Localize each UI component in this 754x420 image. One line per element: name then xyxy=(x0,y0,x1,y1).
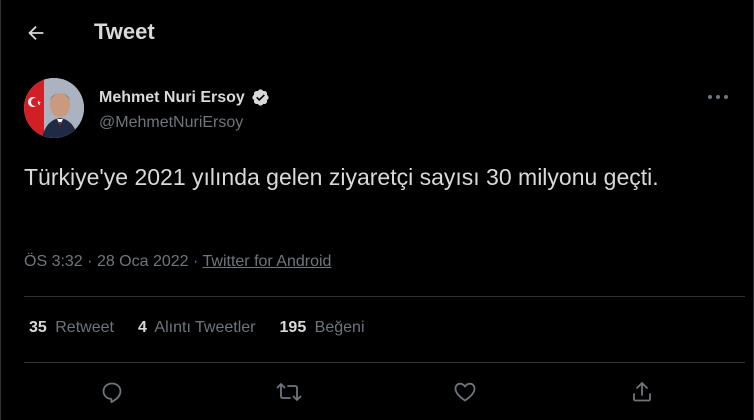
retweet-label: Retweet xyxy=(55,319,114,336)
more-dots-icon xyxy=(708,95,728,99)
share-icon xyxy=(633,382,651,402)
tweet-detail-page: Tweet Mehmet Nuri Ersoy @MehmetNuriErsoy xyxy=(0,0,754,420)
tweet-meta: ÖS 3:32 · 28 Oca 2022 · Twitter for Andr… xyxy=(24,253,331,271)
author-name-row[interactable]: Mehmet Nuri Ersoy xyxy=(99,88,270,107)
retweet-stat[interactable]: 35 Retweet xyxy=(29,319,114,337)
tweet-date[interactable]: 28 Oca 2022 xyxy=(97,253,189,270)
quote-label: Alıntı Tweetler xyxy=(154,319,256,336)
avatar[interactable] xyxy=(24,78,84,138)
quote-count: 4 xyxy=(137,319,147,336)
arrow-left-icon xyxy=(28,25,44,41)
page-header: Tweet xyxy=(1,0,754,64)
like-icon xyxy=(454,382,476,402)
retweet-icon xyxy=(276,383,302,401)
profile-photo xyxy=(24,78,84,138)
reply-button[interactable] xyxy=(94,374,130,410)
tweet-text: Türkiye'ye 2021 yılında gelen ziyaretçi … xyxy=(24,164,659,190)
reply-icon xyxy=(102,382,122,403)
author-name[interactable]: Mehmet Nuri Ersoy xyxy=(99,89,245,107)
author-handle[interactable]: @MehmetNuriErsoy xyxy=(99,114,243,132)
retweet-count: 35 xyxy=(29,319,47,336)
tweet-source-link[interactable]: Twitter for Android xyxy=(203,253,332,270)
meta-separator: · xyxy=(87,253,93,270)
back-button[interactable] xyxy=(19,16,53,50)
page-title: Tweet xyxy=(94,19,155,44)
like-button[interactable] xyxy=(447,374,483,410)
like-stat[interactable]: 195 Beğeni xyxy=(280,319,365,337)
like-count: 195 xyxy=(279,319,307,336)
tweet-stats: 35 Retweet 4 Alıntı Tweetler 195 Beğeni xyxy=(29,319,365,337)
more-options-button[interactable] xyxy=(699,84,737,110)
like-label: Beğeni xyxy=(314,319,365,336)
verified-badge-icon xyxy=(252,89,269,106)
divider xyxy=(24,296,745,297)
share-button[interactable] xyxy=(624,374,660,410)
tweet-time[interactable]: ÖS 3:32 xyxy=(24,253,83,270)
divider xyxy=(24,362,745,363)
meta-separator: · xyxy=(193,253,199,270)
quote-stat[interactable]: 4 Alıntı Tweetler xyxy=(138,319,256,337)
tweet-actions-bar xyxy=(1,370,754,414)
retweet-button[interactable] xyxy=(271,374,307,410)
